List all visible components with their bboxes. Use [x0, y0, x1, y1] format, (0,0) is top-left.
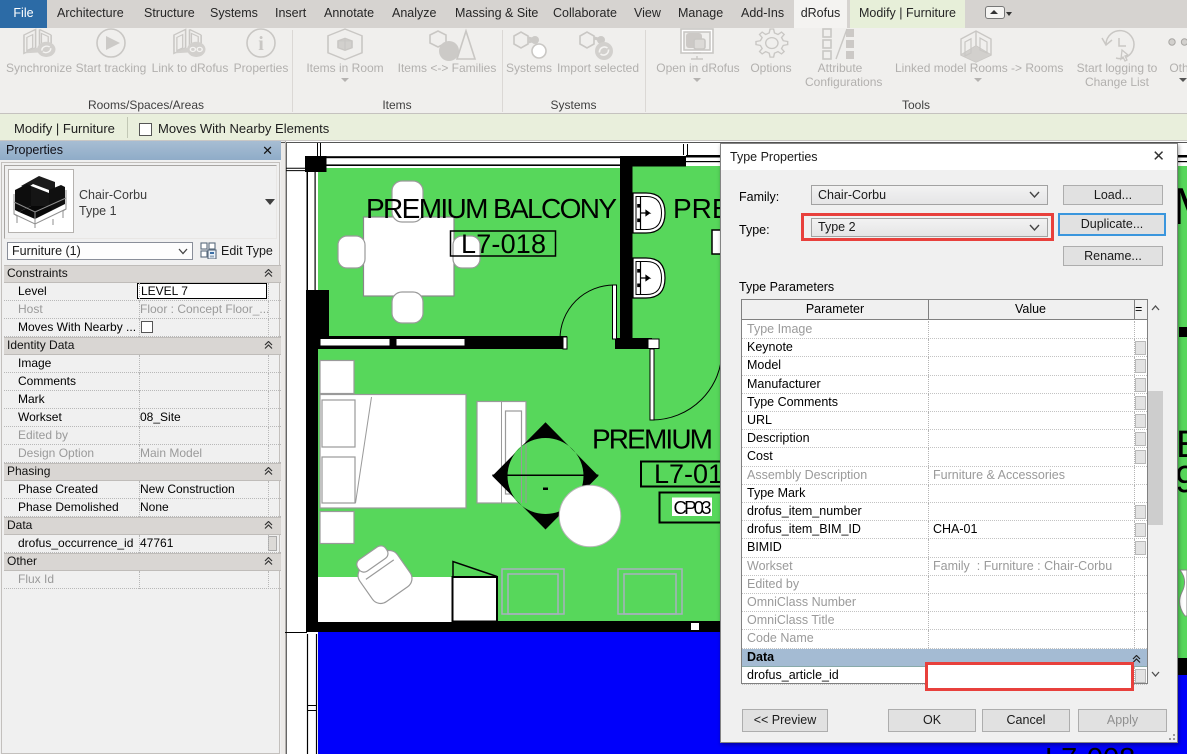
- svg-text:PREMIUM BALCONY: PREMIUM BALCONY: [366, 193, 617, 224]
- svg-text:L7-018: L7-018: [461, 229, 546, 259]
- svg-text:L7-01: L7-01: [654, 459, 723, 489]
- svg-text:L7-008: L7-008: [1045, 743, 1135, 754]
- svg-text:CP03: CP03: [674, 497, 712, 518]
- svg-text:i: i: [258, 33, 264, 55]
- svg-text:PREMIUM: PREMIUM: [592, 424, 713, 455]
